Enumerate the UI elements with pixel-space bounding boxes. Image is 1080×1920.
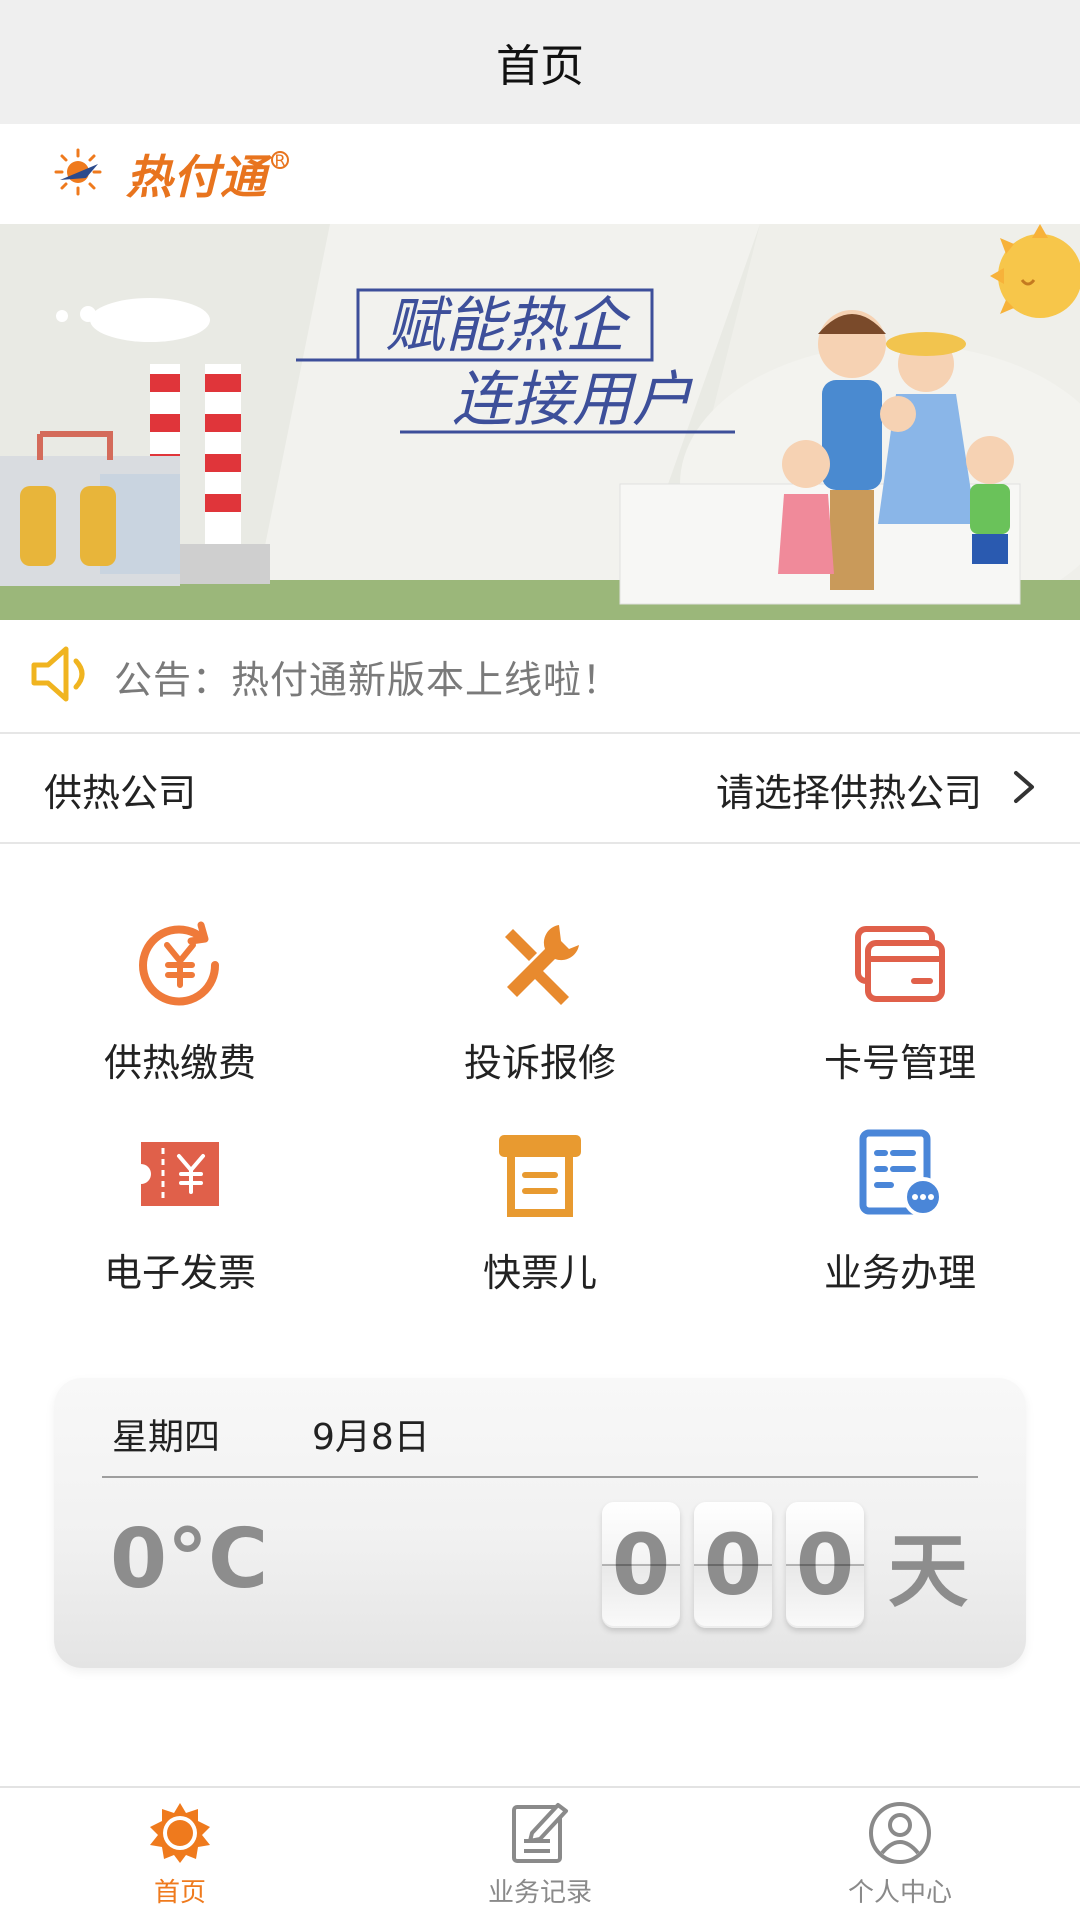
receipt-icon bbox=[492, 1126, 588, 1222]
tab-profile[interactable]: 个人中心 bbox=[720, 1788, 1080, 1920]
temperature: 0°C bbox=[110, 1512, 269, 1607]
tab-label: 首页 bbox=[153, 1878, 206, 1908]
bottom-tab-bar: 首页 业务记录 个人中心 bbox=[0, 1786, 1080, 1920]
heating-company-label: 供热公司 bbox=[44, 770, 197, 815]
card-icon bbox=[852, 916, 948, 1012]
chevron-right-icon bbox=[1012, 769, 1036, 809]
heating-company-placeholder: 请选择供热公司 bbox=[715, 770, 982, 815]
speaker-icon bbox=[26, 637, 100, 715]
service-complaint-repair[interactable]: 投诉报修 bbox=[360, 890, 720, 1100]
yuan-refresh-icon bbox=[132, 916, 228, 1012]
tab-business-records[interactable]: 业务记录 bbox=[360, 1788, 720, 1920]
service-label: 供热缴费 bbox=[103, 1041, 256, 1085]
svg-text:赋能热企: 赋能热企 bbox=[385, 291, 631, 361]
service-label: 快票儿 bbox=[482, 1251, 597, 1295]
logo-text: 热付通 bbox=[126, 150, 267, 204]
announcement-text: 公告：热付通新版本上线啦！ bbox=[114, 657, 622, 702]
logo-bar: 热付通 R bbox=[0, 124, 1080, 224]
announcement-bar[interactable]: 公告：热付通新版本上线啦！ bbox=[0, 620, 1080, 734]
edit-document-icon bbox=[507, 1800, 573, 1866]
counter-digit: 0 bbox=[786, 1502, 864, 1628]
service-business-handling[interactable]: 业务办理 bbox=[720, 1100, 1080, 1310]
svg-text:连接用户: 连接用户 bbox=[452, 365, 693, 435]
page-title: 首页 bbox=[496, 41, 584, 92]
service-label: 卡号管理 bbox=[823, 1041, 976, 1085]
service-label: 投诉报修 bbox=[463, 1041, 616, 1085]
service-heating-payment[interactable]: 供热缴费 bbox=[0, 890, 360, 1100]
service-label: 业务办理 bbox=[823, 1251, 976, 1295]
counter-unit: 天 bbox=[888, 1525, 968, 1618]
tab-home[interactable]: 首页 bbox=[0, 1788, 360, 1920]
weekday: 星期四 bbox=[112, 1417, 221, 1458]
date-row: 星期四 9月8日 bbox=[112, 1408, 430, 1460]
document-icon bbox=[852, 1126, 948, 1222]
divider bbox=[102, 1476, 978, 1478]
tab-label: 个人中心 bbox=[847, 1878, 952, 1908]
heating-days-counter: 0 0 0 天 bbox=[602, 1502, 968, 1628]
wrench-screwdriver-icon bbox=[492, 916, 588, 1012]
logo-sun-plane-icon bbox=[52, 144, 112, 204]
promo-banner[interactable]: 赋能热企 连接用户 bbox=[0, 224, 1080, 620]
sun-home-icon bbox=[147, 1800, 213, 1866]
service-grid: 供热缴费 投诉报修 卡号管理 电子发票 快票儿 业务办理 bbox=[0, 890, 1080, 1310]
registered-mark: R bbox=[271, 151, 289, 170]
service-quick-ticket[interactable]: 快票儿 bbox=[360, 1100, 720, 1310]
heating-company-selector[interactable]: 供热公司 请选择供热公司 bbox=[0, 736, 1080, 844]
ticket-yuan-icon bbox=[132, 1126, 228, 1222]
date: 9月8日 bbox=[312, 1417, 430, 1458]
service-e-invoice[interactable]: 电子发票 bbox=[0, 1100, 360, 1310]
weather-card: 星期四 9月8日 0°C 0 0 0 天 bbox=[54, 1378, 1026, 1668]
tab-label: 业务记录 bbox=[487, 1878, 592, 1908]
user-icon bbox=[867, 1800, 933, 1866]
counter-digit: 0 bbox=[602, 1502, 680, 1628]
navigation-bar: 首页 bbox=[0, 0, 1080, 124]
service-card-management[interactable]: 卡号管理 bbox=[720, 890, 1080, 1100]
counter-digit: 0 bbox=[694, 1502, 772, 1628]
service-label: 电子发票 bbox=[103, 1251, 256, 1295]
